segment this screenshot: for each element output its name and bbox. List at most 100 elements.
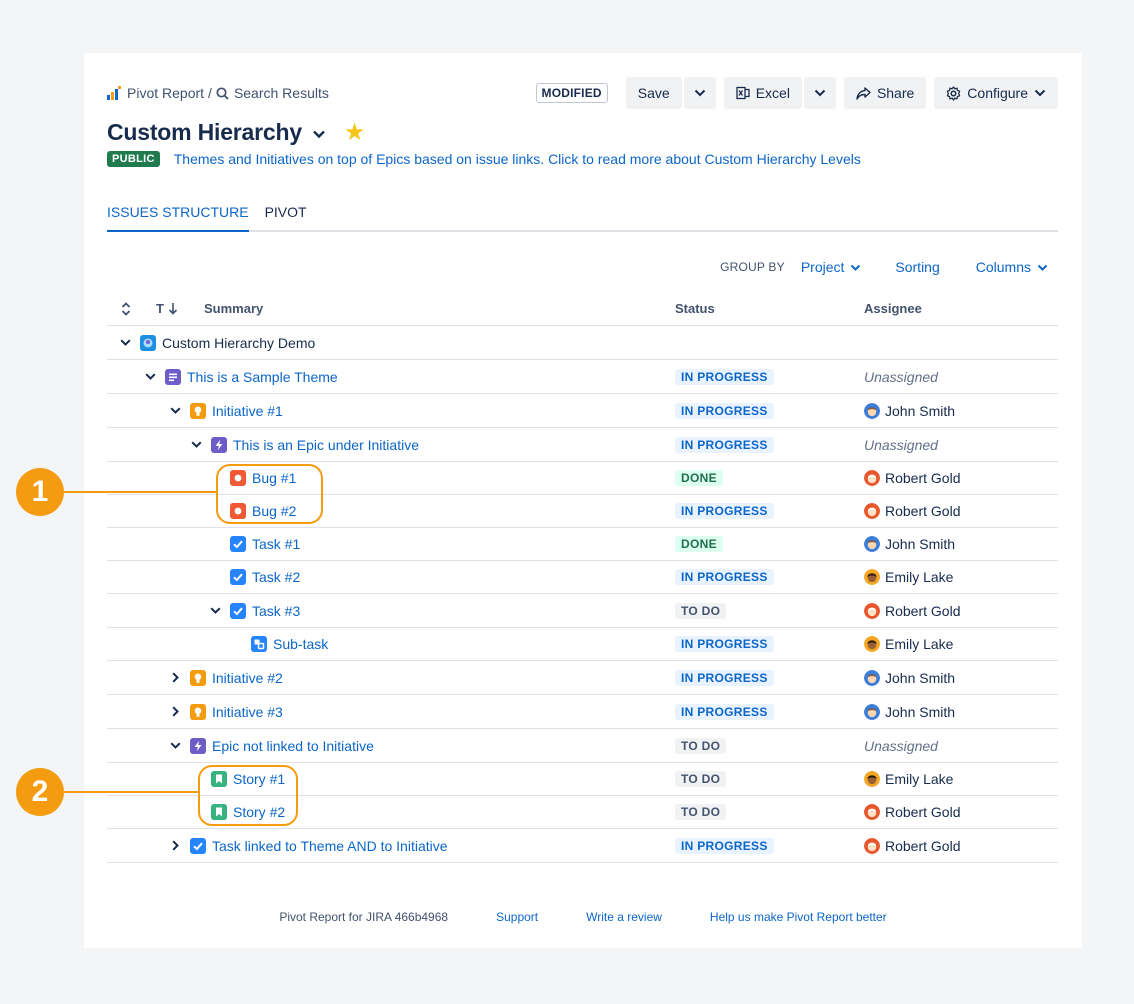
assignee-cell: Unassigned xyxy=(864,428,938,461)
table-row[interactable]: Initiative #1 IN PROGRESS John Smith xyxy=(107,394,1058,428)
table-header: T Summary Status Assignee xyxy=(107,292,1058,326)
groupby-project-label: Project xyxy=(800,259,845,275)
summary-cell: Initiative #1 xyxy=(168,394,283,427)
status-badge: IN PROGRESS xyxy=(675,636,774,652)
chevron-down-icon[interactable] xyxy=(143,373,157,380)
summary-cell: This is a Sample Theme xyxy=(143,360,338,393)
status-badge: TO DO xyxy=(675,737,727,754)
chevron-down-icon xyxy=(694,89,705,97)
share-button[interactable]: Share xyxy=(843,77,927,109)
chevron-down-icon[interactable] xyxy=(208,607,222,614)
chevron-right-icon[interactable] xyxy=(168,840,182,851)
assignee-name: Emily Lake xyxy=(885,636,954,652)
callout-highlight-bugs xyxy=(216,464,323,524)
share-label: Share xyxy=(876,85,915,101)
feedback-link[interactable]: Help us make Pivot Report better xyxy=(710,910,887,924)
excel-icon xyxy=(736,86,750,100)
breadcrumb-current[interactable]: Search Results xyxy=(234,85,329,101)
assignee-name: Robert Gold xyxy=(885,602,961,619)
groupby-project-dropdown[interactable]: Project xyxy=(801,259,862,275)
status-badge: IN PROGRESS xyxy=(675,837,774,854)
assignee-cell: Robert Gold xyxy=(864,462,960,494)
search-icon xyxy=(216,86,229,100)
summary-column-header[interactable]: Summary xyxy=(204,301,263,316)
summary-cell: Task #3 xyxy=(208,594,300,627)
task-icon xyxy=(190,837,206,854)
page-title: Custom Hierarchy xyxy=(107,119,302,145)
avatar xyxy=(864,837,880,854)
type-column-header[interactable]: T xyxy=(156,301,178,316)
breadcrumb-root[interactable]: Pivot Report xyxy=(127,85,204,101)
chevron-right-icon[interactable] xyxy=(168,672,182,683)
groupby-label: GROUP BY xyxy=(720,260,785,274)
issue-summary-link[interactable]: Initiative #3 xyxy=(212,704,283,720)
assignee-name: John Smith xyxy=(885,402,956,419)
table-row[interactable]: This is an Epic under Initiative IN PROGR… xyxy=(107,428,1058,462)
configure-button[interactable]: Configure xyxy=(934,77,1058,109)
write-review-link[interactable]: Write a review xyxy=(586,910,662,924)
columns-dropdown[interactable]: Columns xyxy=(976,259,1048,275)
chevron-down-icon[interactable] xyxy=(118,339,132,346)
table-row[interactable]: Epic not linked to Initiative TO DO Unassi… xyxy=(107,729,1058,763)
table-row[interactable]: Task #2 IN PROGRESS Emily Lake xyxy=(107,561,1058,594)
chevron-down-icon xyxy=(1037,264,1048,271)
chevron-down-icon[interactable] xyxy=(168,407,182,414)
table-row[interactable]: Task #1 DONE John Smith xyxy=(107,528,1058,561)
avatar xyxy=(864,602,880,619)
assignee-name: John Smith xyxy=(885,536,956,552)
assignee-name: Emily Lake xyxy=(885,771,954,787)
table-row[interactable]: Task #3 TO DO Robert Gold xyxy=(107,594,1058,628)
tab-issues-structure[interactable]: ISSUES STRUCTURE xyxy=(107,204,249,232)
table-row[interactable]: Initiative #3 IN PROGRESS John Smith xyxy=(107,695,1058,729)
issue-summary-link[interactable]: This is a Sample Theme xyxy=(187,369,338,385)
status-column-header[interactable]: Status xyxy=(675,301,715,316)
issue-summary-link[interactable]: Task #1 xyxy=(252,536,300,552)
save-button[interactable]: Save xyxy=(625,77,682,109)
chevron-down-icon[interactable] xyxy=(189,441,203,448)
assignee-column-header[interactable]: Assignee xyxy=(864,301,922,316)
assignee-cell: Emily Lake xyxy=(864,561,953,593)
save-options-button[interactable] xyxy=(683,77,716,109)
assignee-cell: John Smith xyxy=(864,394,955,427)
issue-summary-link[interactable]: Epic not linked to Initiative xyxy=(212,738,374,754)
issue-summary-link[interactable]: Task #2 xyxy=(252,569,300,585)
epic-icon xyxy=(190,737,206,754)
issue-summary-link[interactable]: Initiative #1 xyxy=(212,403,283,419)
table-row[interactable]: This is a Sample Theme IN PROGRESS Unassig… xyxy=(107,360,1058,394)
description-link[interactable]: Themes and Initiatives on top of Epics b… xyxy=(174,151,861,167)
table-row[interactable]: Sub-task IN PROGRESS Emily Lake xyxy=(107,628,1058,661)
excel-button[interactable]: Excel xyxy=(723,77,802,109)
issue-summary-link[interactable]: This is an Epic under Initiative xyxy=(233,437,419,453)
status-badge: IN PROGRESS xyxy=(675,669,774,686)
description-row: PUBLIC Themes and Initiatives on top of … xyxy=(107,151,861,167)
public-badge: PUBLIC xyxy=(107,151,160,167)
chevron-down-icon[interactable] xyxy=(168,742,182,749)
expand-collapse-all-icon[interactable] xyxy=(121,302,131,319)
issue-summary-link[interactable]: Task linked to Theme AND to Initiative xyxy=(212,838,448,854)
footer: Pivot Report for JIRA 466b4968 Support W… xyxy=(84,910,1082,924)
support-link[interactable]: Support xyxy=(496,910,538,924)
columns-label: Columns xyxy=(975,259,1031,275)
tab-bar: ISSUES STRUCTURE PIVOT xyxy=(107,204,1058,232)
status-badge: IN PROGRESS xyxy=(675,569,774,585)
excel-label: Excel xyxy=(755,85,790,101)
issue-summary-link[interactable]: Task #3 xyxy=(252,603,300,619)
table-row[interactable]: Custom Hierarchy Demo xyxy=(107,326,1058,360)
avatar xyxy=(864,771,880,787)
modified-badge: MODIFIED xyxy=(535,83,608,103)
toolbar: MODIFIED Save Excel Share Configure xyxy=(535,77,1058,109)
title-dropdown-icon[interactable] xyxy=(312,126,326,144)
avatar xyxy=(864,536,880,552)
issue-summary-link[interactable]: Initiative #2 xyxy=(212,670,283,686)
tab-pivot[interactable]: PIVOT xyxy=(265,204,307,230)
status-badge: DONE xyxy=(675,470,723,486)
sorting-link[interactable]: Sorting xyxy=(895,259,939,275)
excel-options-button[interactable] xyxy=(803,77,836,109)
breadcrumb-separator: / xyxy=(208,85,212,101)
chevron-right-icon[interactable] xyxy=(168,706,182,717)
issue-summary-link[interactable]: Sub-task xyxy=(273,636,328,652)
favorite-star-icon[interactable]: ★ xyxy=(344,120,366,145)
table-row[interactable]: Task linked to Theme AND to Initiative IN… xyxy=(107,829,1058,863)
table-row[interactable]: Initiative #2 IN PROGRESS John Smith xyxy=(107,661,1058,695)
assignee-name: Unassigned xyxy=(864,368,938,385)
